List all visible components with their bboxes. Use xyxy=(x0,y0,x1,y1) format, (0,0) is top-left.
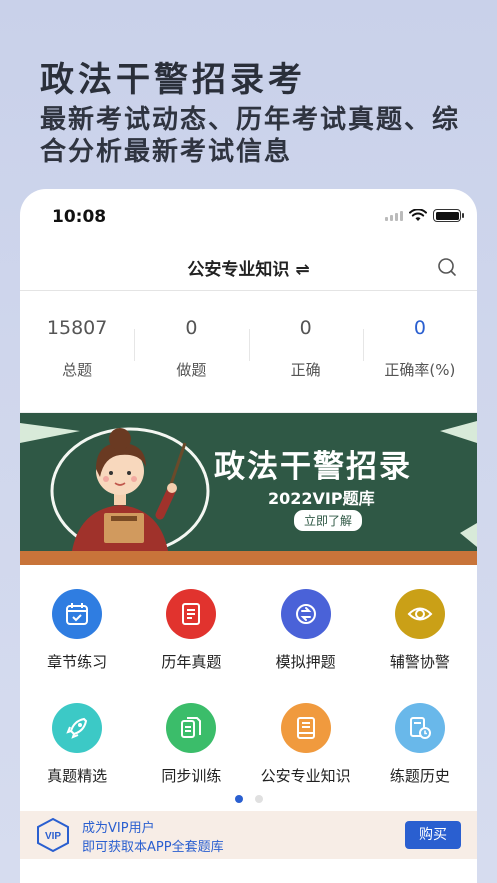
stat-accuracy: 0 正确率(%) xyxy=(362,291,477,412)
page-dot[interactable] xyxy=(254,795,263,803)
grid-item-label: 同步训练 xyxy=(161,767,222,785)
shuffle-icon xyxy=(280,589,331,639)
vip-badge-text: VIP xyxy=(45,831,61,842)
page-dot[interactable] xyxy=(234,795,243,803)
subject-switcher[interactable]: 公安专业知识 ⇌ xyxy=(20,255,477,280)
grid-item-label: 历年真题 xyxy=(161,653,222,671)
files-icon xyxy=(166,703,217,753)
stat-value: 15807 xyxy=(46,317,108,339)
stat-total: 15807 总题 xyxy=(20,291,134,412)
stat-label: 做题 xyxy=(176,361,207,379)
buy-button[interactable]: 购买 xyxy=(405,821,461,849)
stat-value: 0 xyxy=(299,317,312,339)
grid-item-label: 章节练习 xyxy=(47,653,108,671)
history-icon xyxy=(394,703,445,753)
page-indicator[interactable] xyxy=(20,795,477,803)
grid-item-mock-questions[interactable]: 模拟押题 xyxy=(249,589,363,703)
signal-icon xyxy=(385,210,403,221)
nav-bar: 公安专业知识 ⇌ xyxy=(20,241,477,291)
teacher-illustration xyxy=(20,421,477,555)
learn-more-button[interactable]: 立即了解 xyxy=(293,509,364,532)
stat-correct: 0 正确 xyxy=(248,291,363,412)
grid-item-label: 公安专业知识 xyxy=(260,767,351,785)
stat-label: 正确 xyxy=(290,361,321,379)
stat-value: 0 xyxy=(185,317,198,339)
promo-subtitle: 最新考试动态、历年考试真题、综合分析最新考试信息 xyxy=(40,105,461,167)
calendar-icon xyxy=(52,589,103,639)
grid-item-past-exams[interactable]: 历年真题 xyxy=(134,589,248,703)
vip-bar: VIP 成为VIP用户 即可获取本APP全套题库 购买 xyxy=(20,811,477,859)
stat-value: 0 xyxy=(413,317,426,339)
grid-item-auxiliary-police[interactable]: 辅警协警 xyxy=(363,589,477,703)
vip-badge-icon: VIP xyxy=(37,817,69,853)
feature-grid: 章节练习 历年真题 模拟押题 辅警协警 真题精选 同步训练 公安专业知识 练题历… xyxy=(20,565,477,817)
battery-icon xyxy=(433,209,464,222)
banner-subtitle: 2022VIP题库 xyxy=(268,489,375,508)
stat-done: 0 做题 xyxy=(134,291,248,412)
banner-title: 政法干警招录 xyxy=(214,449,412,485)
vip-line-2: 即可获取本APP全套题库 xyxy=(82,840,224,855)
banner-floor xyxy=(20,551,477,565)
stat-label: 总题 xyxy=(62,361,93,379)
book-icon xyxy=(280,703,331,753)
status-bar: 10:08 xyxy=(20,189,477,241)
grid-item-chapter-practice[interactable]: 章节练习 xyxy=(20,589,134,703)
eye-icon xyxy=(394,589,445,639)
stats-panel: 15807 总题 0 做题 0 正确 0 正确率(%) xyxy=(20,291,477,413)
search-icon[interactable] xyxy=(437,257,457,277)
grid-item-label: 真题精选 xyxy=(47,767,108,785)
status-time: 10:08 xyxy=(52,207,107,227)
grid-item-label: 练题历史 xyxy=(389,767,450,785)
wifi-icon xyxy=(409,209,427,221)
document-icon xyxy=(166,589,217,639)
promo-banner[interactable]: 政法干警招录 2022VIP题库 立即了解 xyxy=(20,413,477,565)
grid-item-label: 辅警协警 xyxy=(389,653,450,671)
grid-item-label: 模拟押题 xyxy=(275,653,336,671)
stat-label: 正确率(%) xyxy=(384,361,456,379)
promo-title: 政法干警招录考 xyxy=(40,60,306,100)
rocket-icon xyxy=(52,703,103,753)
phone-screen: 10:08 公安专业知识 ⇌ 15807 总题 0 做题 0 正确 0 正确率(… xyxy=(20,189,477,883)
vip-line-1: 成为VIP用户 xyxy=(82,821,155,836)
